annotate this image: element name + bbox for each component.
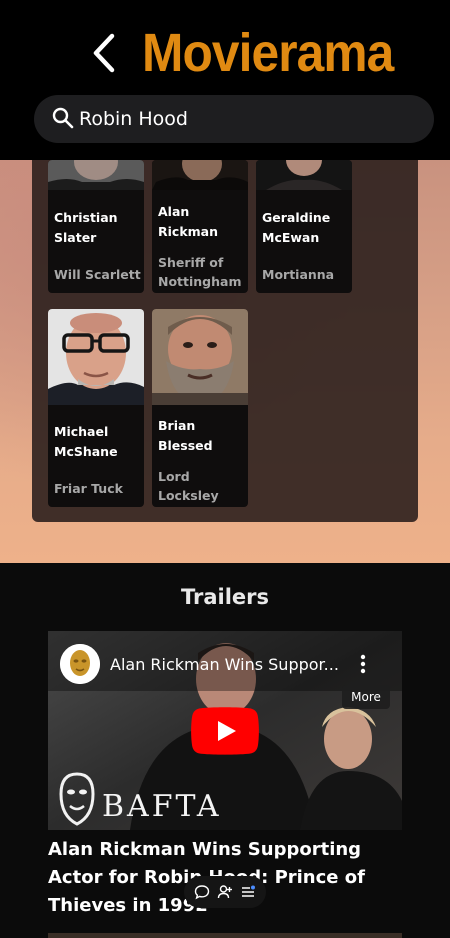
cast-card[interactable]: Michael McShane Friar Tuck	[48, 309, 144, 507]
next-trailer-preview	[48, 933, 402, 938]
cast-role: Sheriff of Nottingham	[158, 255, 242, 289]
brand-logo: Movierama	[142, 23, 394, 83]
section-title: Trailers	[180, 585, 270, 609]
more-button[interactable]: More	[342, 685, 390, 709]
cast-role: Lord Locksley	[158, 469, 219, 503]
cast-photo	[48, 160, 144, 190]
cast-photo	[152, 160, 248, 190]
app-header: Movierama	[0, 0, 450, 160]
bafta-mask-icon	[60, 644, 100, 684]
cast-card[interactable]: Alan Rickman Sheriff of Nottingham	[152, 160, 248, 293]
cast-name: Michael McShane	[54, 424, 118, 459]
back-button[interactable]	[88, 32, 122, 74]
menu-list-icon[interactable]	[240, 884, 256, 900]
cast-role: Friar Tuck	[54, 481, 123, 496]
cast-name: Brian Blessed	[158, 418, 213, 453]
cast-role: Will Scarlett	[54, 267, 141, 282]
more-vert-icon[interactable]	[356, 653, 370, 675]
cast-photo	[48, 309, 144, 405]
cast-name: Christian Slater	[54, 210, 118, 245]
search-bar[interactable]	[34, 95, 434, 143]
cast-card[interactable]: Brian Blessed Lord Locksley	[152, 309, 248, 507]
floating-toolbar	[184, 876, 266, 908]
chevron-left-icon	[93, 33, 115, 73]
channel-avatar[interactable]	[60, 644, 100, 684]
play-button-icon[interactable]	[191, 707, 259, 755]
cast-photo	[152, 309, 248, 405]
cast-card[interactable]: Geraldine McEwan Mortianna	[256, 160, 352, 293]
trailer-video-player[interactable]: Alan Rickman Wins Suppor... More BAFTA	[48, 631, 402, 830]
cast-role: Mortianna	[262, 267, 335, 282]
search-icon	[52, 107, 74, 129]
bafta-wordmark: BAFTA	[102, 789, 222, 824]
add-person-icon[interactable]	[217, 884, 233, 900]
cast-name: Alan Rickman	[158, 204, 218, 239]
cast-photo	[256, 160, 352, 190]
cast-card[interactable]: Christian Slater Will Scarlett	[48, 160, 144, 293]
bafta-logo-mask	[59, 772, 95, 826]
video-title[interactable]: Alan Rickman Wins Suppor...	[110, 655, 350, 674]
cast-name: Geraldine McEwan	[262, 210, 331, 245]
search-input[interactable]	[79, 103, 419, 135]
comment-icon[interactable]	[194, 884, 210, 900]
